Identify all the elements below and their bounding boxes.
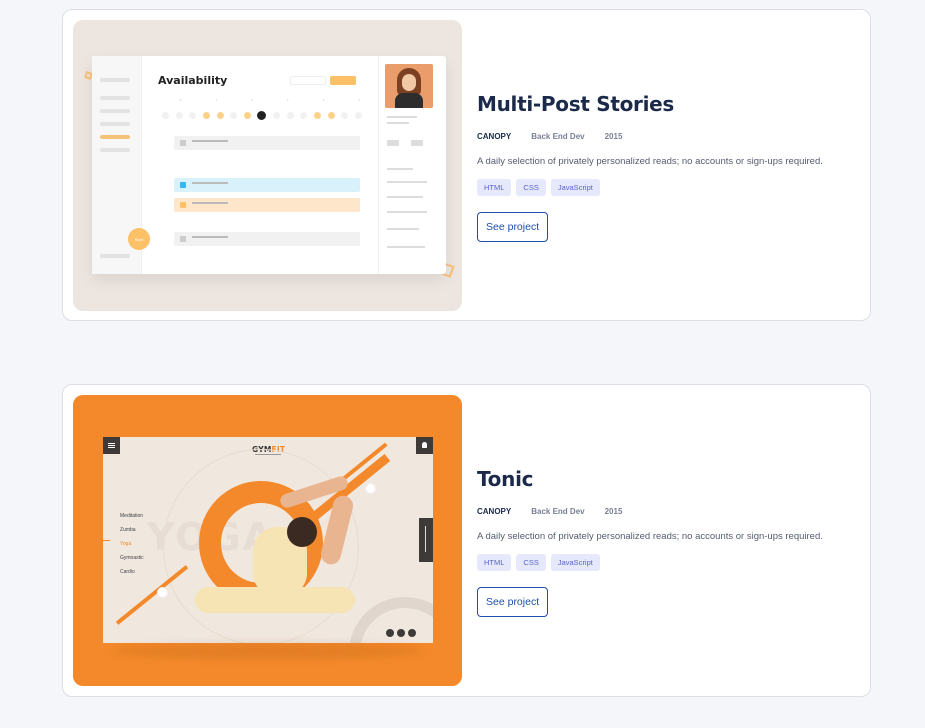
month-label: ▪ [322,97,325,102]
dashboard-heading: Availability [158,74,228,87]
see-project-button[interactable]: See project [477,211,549,242]
tag-javascript: JavaScript [550,178,600,196]
project-title: Multi-Post Stories [477,92,675,116]
menu-item-zumba[interactable]: Zumba [120,523,144,537]
day-dot [243,112,251,119]
day-dot [189,112,197,119]
lesson-row [174,198,360,212]
start-bubble: Start [128,228,150,250]
month-label: ▪ [251,97,253,102]
day-dot [327,112,335,119]
project-thumbnail: Start Availability ▪ ▪ ▪ ▪ ▪ ▪ [73,20,462,311]
sidebar-row [100,96,130,100]
twitter-icon[interactable] [397,629,405,637]
month-label: ▪ [358,97,360,102]
gymfit-mockup: GYMFIT YOGA Meditation Zumba Yoga Gymnas… [103,437,433,643]
yoga-person-head [287,517,317,547]
day-dot [216,112,224,119]
user-icon [416,437,433,454]
day-dot [286,112,294,119]
gym-side-menu: Meditation Zumba Yoga Gymnastic Cardio [120,509,144,579]
project-tags: HTML CSS JavaScript [477,553,847,571]
project-card-tonic: GYMFIT YOGA Meditation Zumba Yoga Gymnas… [62,384,871,697]
day-strip [162,111,362,120]
profile-stat [411,140,423,146]
profile-photo [385,64,433,108]
project-meta: CANOPY Back End Dev 2015 [477,132,847,141]
dashboard-profile-panel [378,56,446,274]
project-description: A daily selection of privately personali… [477,156,823,167]
instagram-icon[interactable] [408,629,416,637]
sidebar-row-active [100,135,130,139]
month-strip: ▪ ▪ ▪ ▪ ▪ ▪ [180,97,360,102]
menu-item-yoga[interactable]: Yoga [120,537,144,551]
mockup-shadow [113,643,423,659]
sidebar-row [100,254,130,258]
project-description: A daily selection of privately personali… [477,531,823,542]
project-year: 2015 [604,507,623,516]
learn-more-tab[interactable] [419,518,433,562]
profile-line [387,168,413,170]
project-title: Tonic [477,467,534,491]
menu-item-meditation[interactable]: Meditation [120,509,144,523]
project-meta: CANOPY Back End Dev 2015 [477,507,847,516]
project-info: Multi-Post Stories CANOPY Back End Dev 2… [477,92,847,242]
lesson-row [174,136,360,150]
day-dot [341,112,349,119]
profile-line [387,196,423,198]
profile-line [387,116,417,118]
profile-stat [387,140,399,146]
profile-line [387,211,427,213]
tag-html: HTML [477,178,512,196]
day-dot [162,112,169,119]
profile-line [387,246,425,248]
day-dot [354,112,362,119]
month-label: ▪ [180,97,182,102]
day-dot-selected [257,111,267,120]
project-thumbnail: GYMFIT YOGA Meditation Zumba Yoga Gymnas… [73,395,462,686]
day-dot [202,112,210,119]
project-role: Back End Dev [531,507,585,516]
pose-marker [365,483,376,494]
facebook-icon[interactable] [386,629,394,637]
social-links [386,629,416,637]
sidebar-row [100,109,130,113]
active-menu-marker [103,540,110,541]
dashboard-mockup: Start Availability ▪ ▪ ▪ ▪ ▪ ▪ [92,56,446,274]
lesson-row [174,232,360,246]
day-dot [230,112,238,119]
see-project-button[interactable]: See project [477,586,549,617]
tag-css: CSS [516,553,546,571]
profile-line [387,181,427,183]
project-tags: HTML CSS JavaScript [477,178,847,196]
dashboard-add-button [330,76,356,85]
tag-javascript: JavaScript [550,553,600,571]
tag-css: CSS [516,178,546,196]
day-dot [314,112,322,119]
project-role: Back End Dev [531,132,585,141]
profile-line [387,228,419,230]
project-info: Tonic CANOPY Back End Dev 2015 A daily s… [477,467,847,617]
sidebar-row [100,148,130,152]
project-client: CANOPY [477,507,512,516]
tag-html: HTML [477,553,512,571]
lesson-row [174,178,360,192]
project-card-multi-post-stories: Start Availability ▪ ▪ ▪ ▪ ▪ ▪ Multi-Pos… [62,9,871,321]
month-label: ▪ [215,97,218,102]
month-label: ▪ [287,97,289,102]
menu-item-gymnastic[interactable]: Gymnastic [120,551,144,565]
dashboard-select [290,76,326,85]
profile-line [387,122,409,124]
sidebar-row [100,122,130,126]
project-client: CANOPY [477,132,512,141]
day-dot [300,112,308,119]
hamburger-icon [103,437,120,454]
menu-item-cardio[interactable]: Cardio [120,565,144,579]
day-dot [273,112,281,119]
pose-marker [157,587,168,598]
project-year: 2015 [604,132,623,141]
sidebar-row [100,78,130,82]
day-dot [175,112,183,119]
